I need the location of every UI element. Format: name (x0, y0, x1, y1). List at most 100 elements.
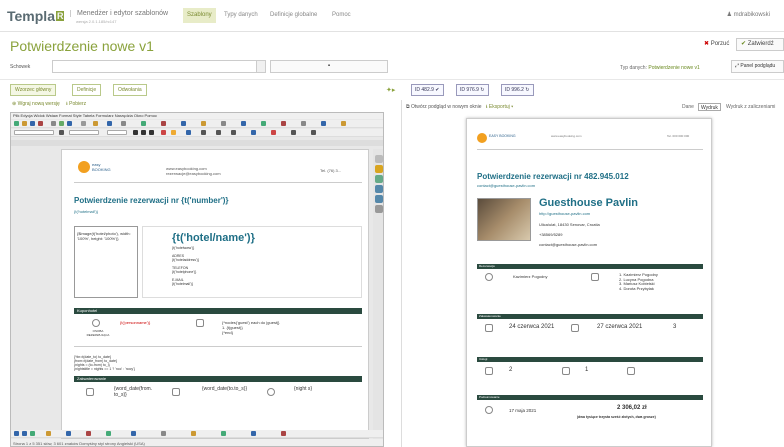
app-logo[interactable]: Templa R (7, 8, 65, 24)
section-services: Usługi (477, 357, 703, 362)
nights-count: 3 (673, 324, 677, 330)
upload-icon: ⊕ (12, 101, 17, 107)
date-from: 24 czerwca 2021 (509, 324, 555, 330)
preview-tab-print[interactable]: Wydruk (698, 103, 721, 111)
check-icon: ✔ (435, 87, 440, 93)
hotel-name-expr: {t('hotel/name')} (172, 232, 255, 244)
nights-expr: {night s} (294, 386, 313, 392)
script-lines: {%n=t(date_to) to_date} {from=t(date_fro… (74, 355, 135, 371)
refresh-icon: ↻ (525, 87, 530, 93)
document-editor[interactable]: Plik Edycja Widok Wstaw Format Style Tab… (10, 112, 384, 447)
user-menu[interactable]: ♟ mdrabikowski (727, 11, 770, 18)
nav-definicje-globalne[interactable]: Definicje globalne (266, 8, 321, 23)
record-tab-3[interactable]: ID 996.2 ↻ (501, 84, 534, 96)
service-icon (627, 367, 635, 375)
clipboard-scroll[interactable] (256, 60, 266, 73)
tab-main-template[interactable]: Wzorzec główny (10, 84, 57, 96)
tab-references[interactable]: Odwołania (113, 84, 147, 96)
tab-definitions[interactable]: Definicje (72, 84, 102, 96)
clipboard-label: Schowek (10, 64, 31, 70)
person-label: OSOBA REZERWUJĄCA (86, 329, 110, 337)
export-link[interactable]: ⭳ Eksportuj ▾ (486, 104, 514, 110)
save-button[interactable]: ✔ Zatwierdź (736, 38, 784, 51)
section-accommodation: Zakwaterowanie (477, 314, 703, 319)
editor-ruler (11, 140, 383, 146)
clipboard-input[interactable] (52, 60, 266, 73)
person-icon (92, 319, 100, 327)
preview-title: Potwierdzenie rezerwacji nr 482.945.012 (477, 172, 629, 181)
nav-typy-danych[interactable]: Typy danych (220, 8, 262, 23)
hotel-photo (477, 198, 531, 241)
date-to-expr: {word_date(to.to_s)} (202, 386, 248, 392)
record-tab-2[interactable]: ID 976.9 ↻ (456, 84, 489, 96)
cancel-button[interactable]: ✖ Porzuć (704, 40, 729, 47)
hotel-lines: {t('hotelwww')} ADRES {t('hoteladdress')… (172, 246, 200, 286)
services-count: 2 (509, 367, 513, 373)
company-contact: www.easybooking.com (551, 134, 582, 138)
calendar-icon (571, 324, 579, 332)
guest-person: Kazimierz Pogodny (513, 274, 548, 279)
doc-phone: Tel. (76) 3... (320, 168, 342, 173)
editor-menu-bar[interactable]: Plik Edycja Widok Wstaw Format Style Tab… (11, 113, 383, 119)
editor-bottom-toolbar[interactable] (11, 430, 383, 438)
calendar-icon (172, 388, 180, 396)
expand-icon: ⤢ (735, 63, 740, 69)
preview-email: contact@guesthouse-pavlin.com (477, 183, 536, 188)
top-bar: Templa R Menedżer i edytor szablonów wers… (0, 0, 784, 32)
service-icon (485, 367, 493, 375)
preview-actions: ⧉ Otwórz podgląd w nowym oknie ⭳ Eksport… (406, 104, 513, 112)
editor-toolbar-1[interactable] (11, 120, 383, 128)
preview-tab-data[interactable]: Dane (680, 103, 696, 111)
arrow-right-icon[interactable]: ✦▸ (386, 86, 395, 94)
download-link[interactable]: ⭳ Pobierz (66, 101, 86, 109)
section-guests: Kuponhotel (74, 308, 362, 314)
guests-list: 1. Kazimierz Pogodny 2. Lucyna Pogodna 3… (619, 272, 658, 291)
preview-panel: ⧉ Otwórz podgląd w nowym oknie ⭳ Eksport… (401, 100, 784, 447)
services-count-2: 1 (585, 367, 589, 373)
app-version: wersja 2.0.1.185/rc147 (76, 19, 117, 24)
payment-icon (485, 406, 493, 414)
upload-new-version-link[interactable]: ⊕ Wgraj nową wersję (12, 101, 60, 107)
hotel-mail: contact@guesthouse-pavlin.com (539, 242, 598, 247)
editor-status-bar: Strona 1 z 5 351 słów, 3 601 znaków Domy… (11, 439, 383, 446)
download-icon: ⭳ (485, 104, 488, 110)
open-new-window-link[interactable]: ⧉ Otwórz podgląd w nowym oknie (406, 104, 482, 110)
external-link-icon: ⧉ (406, 104, 410, 110)
guests-icon (196, 319, 204, 327)
record-tab-1[interactable]: ID 482.9 ✔ (411, 84, 444, 96)
date-from-expr: {word_date(from. to_s)} (114, 386, 153, 398)
preview-tab-print-attachments[interactable]: Wydruk z zaliczeniami (724, 103, 777, 111)
divider (74, 346, 362, 347)
section-reservation: Rezerwacja (477, 264, 703, 269)
guests-icon (591, 273, 599, 281)
preview-panel-button[interactable]: ⤢ Panel podglądu (731, 60, 784, 73)
nav-pomoc[interactable]: Pomoc (328, 8, 355, 23)
clipboard-paste-button[interactable]: ▪ (270, 60, 388, 73)
nav-szablony[interactable]: Szablony (183, 8, 216, 23)
editor-sidebar-icons[interactable] (374, 153, 383, 215)
company-name: EASY BOOKING (489, 134, 516, 138)
section-summary: Podsumowanie (477, 395, 703, 400)
doc-contact: www.easybooking.com rezerwacje@easybooki… (166, 166, 221, 176)
divider (74, 182, 362, 183)
total-note: (dwa tysiące trzysta sześć złotych, dwa … (577, 415, 656, 419)
check-icon: ✔ (741, 41, 747, 47)
company-phone: Tel. 000 000 000 (667, 134, 690, 138)
refresh-icon: ↻ (480, 87, 485, 93)
document-page[interactable]: easy BOOKING www.easybooking.com rezerwac… (61, 149, 369, 439)
download-icon: ⭳ (66, 101, 68, 107)
pay-date: 17 maja 2021 (509, 408, 537, 413)
hotel-phone: +38569/5289 (539, 232, 563, 237)
datatype-info: Typ danych: Potwierdzenie nowe v1 (620, 65, 700, 71)
person-icon (485, 273, 493, 281)
divider (0, 79, 784, 80)
editor-toolbar-2[interactable] (11, 129, 383, 137)
page-title: Potwierdzenie nowe v1 (10, 38, 154, 54)
hotel-address: Ulica/ulat, 18430 Senovar, Croatia (539, 222, 600, 227)
section-dates: Zakwaterowanie (74, 376, 362, 382)
hotel-www: http://guesthouse-pavlin.com (539, 211, 591, 216)
hotel-photo-box: {$image(t('hotel/photo'), width: '100%',… (74, 226, 138, 298)
date-to: 27 czerwca 2021 (597, 324, 643, 330)
datatype-link[interactable]: Potwierdzenie nowe v1 (648, 65, 699, 71)
paste-icon: ▪ (327, 63, 331, 69)
